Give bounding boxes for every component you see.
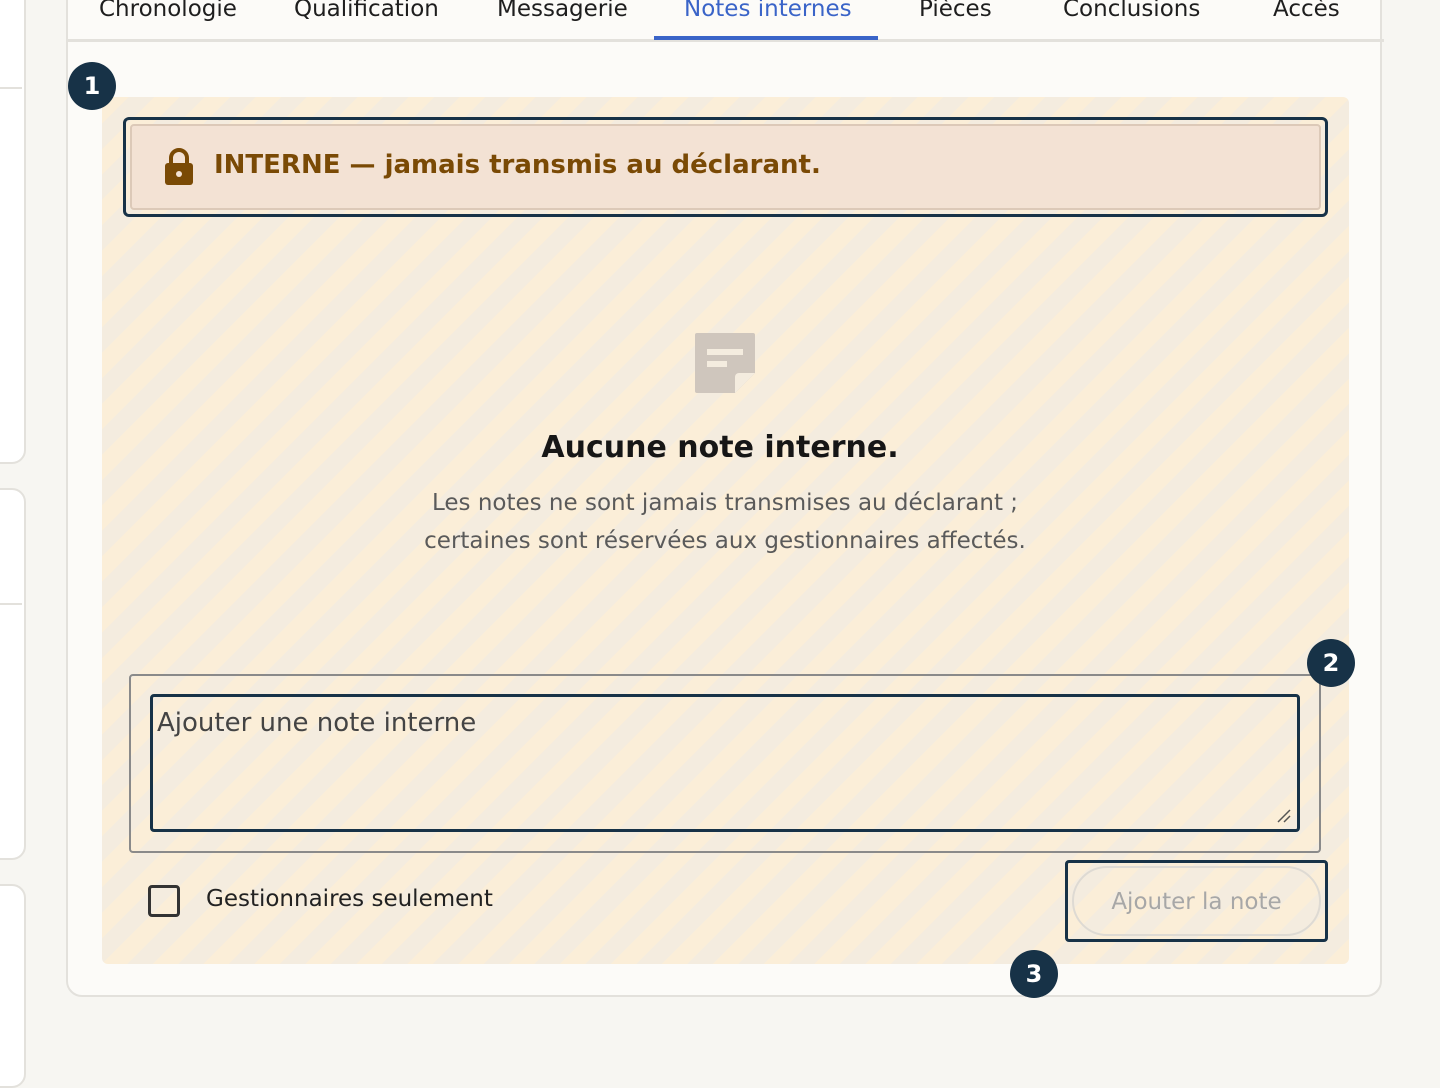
- side-panel-divider: [0, 603, 22, 605]
- side-panel-1: [0, 0, 26, 464]
- tab-messagerie[interactable]: Messagerie: [497, 0, 628, 22]
- resize-handle-icon[interactable]: [1276, 808, 1292, 824]
- note-icon: [695, 333, 755, 393]
- annotation-badge-1: 1: [68, 62, 116, 110]
- banner-text: INTERNE — jamais transmis au déclarant.: [214, 150, 821, 180]
- annotation-badge-3: 3: [1010, 950, 1058, 998]
- managers-only-label[interactable]: Gestionnaires seulement: [206, 886, 493, 912]
- active-tab-indicator: [654, 36, 878, 40]
- annotation-badge-2: 2: [1307, 639, 1355, 687]
- empty-state-line-1: Les notes ne sont jamais transmises au d…: [431, 490, 1019, 516]
- tab-pieces[interactable]: Pièces: [919, 0, 992, 22]
- managers-only-checkbox[interactable]: [148, 885, 180, 917]
- add-note-button[interactable]: Ajouter la note: [1072, 866, 1321, 936]
- tab-chronologie[interactable]: Chronologie: [99, 0, 237, 22]
- tab-acces[interactable]: Accès: [1273, 0, 1340, 22]
- note-textarea-placeholder: Ajouter une note interne: [157, 708, 477, 738]
- empty-state-line-2: certaines sont réservées aux gestionnair…: [424, 528, 1026, 554]
- tab-bar: Chronologie Qualification Messagerie Not…: [68, 0, 1384, 42]
- lock-icon: [165, 148, 193, 185]
- empty-state-title: Aucune note interne.: [541, 430, 899, 465]
- side-panel-3: [0, 884, 26, 1088]
- tab-conclusions[interactable]: Conclusions: [1063, 0, 1200, 22]
- side-panel-divider: [0, 87, 22, 89]
- tab-qualification[interactable]: Qualification: [294, 0, 439, 22]
- tab-notes-internes[interactable]: Notes internes: [684, 0, 852, 22]
